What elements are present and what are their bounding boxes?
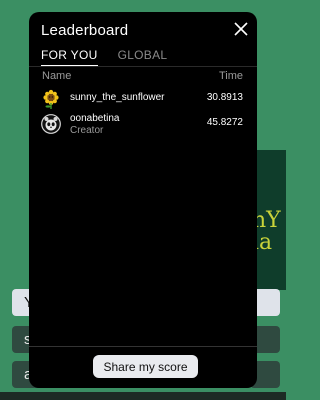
background-bottom-bar xyxy=(0,392,286,400)
leaderboard-modal: Leaderboard FOR YOU GLOBAL Name Time sun… xyxy=(29,12,257,388)
entry-username: oonabetina xyxy=(70,113,120,124)
entry-username: sunny_the_sunflower xyxy=(70,92,165,103)
modal-title: Leaderboard xyxy=(41,22,129,39)
column-header-name: Name xyxy=(42,70,72,82)
entry-role-badge: Creator xyxy=(70,125,104,136)
share-score-button[interactable]: Share my score xyxy=(93,355,198,378)
panda-face-icon xyxy=(41,114,61,134)
entry-time: 45.8272 xyxy=(206,117,243,128)
footer-divider xyxy=(29,346,257,347)
tab-for-you[interactable]: FOR YOU xyxy=(41,48,98,67)
sunflower-icon xyxy=(43,89,59,109)
leaderboard-row[interactable]: oonabetina Creator 45.8272 xyxy=(41,113,245,139)
close-icon[interactable] xyxy=(233,21,249,37)
tab-global[interactable]: GLOBAL xyxy=(118,48,168,67)
leaderboard-tabs: FOR YOU GLOBAL xyxy=(41,48,167,67)
tabs-divider xyxy=(29,66,257,67)
entry-time: 30.8913 xyxy=(206,92,243,103)
column-header-time: Time xyxy=(218,70,243,82)
leaderboard-row[interactable]: sunny_the_sunflower 30.8913 xyxy=(41,88,245,114)
